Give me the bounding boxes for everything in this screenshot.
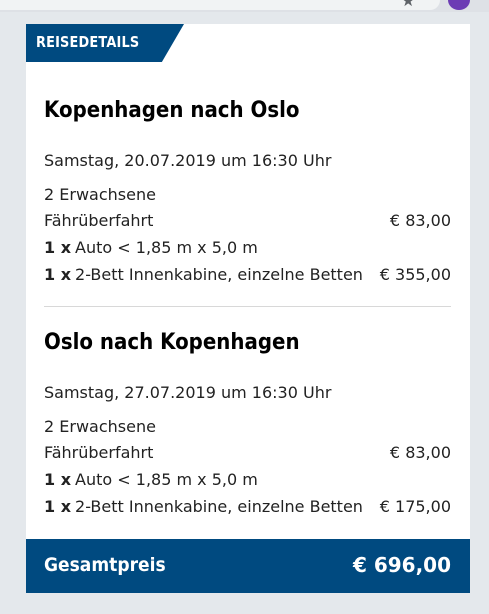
trip-date-text: Samstag, 27.07.2019 um 16:30 Uhr bbox=[44, 383, 332, 402]
cabin-price: € 355,00 bbox=[379, 265, 451, 284]
cabin-desc: 2-Bett Innenkabine, einzelne Betten bbox=[75, 497, 363, 516]
vehicle-qty: 1 x bbox=[44, 470, 72, 489]
cabin-row-outbound: 1 x 2-Bett Innenkabine, einzelne Betten … bbox=[44, 265, 451, 284]
trip-date-return: Samstag, 27.07.2019 um 16:30 Uhr bbox=[44, 383, 451, 402]
crossing-row-return: Fährüberfahrt € 83,00 bbox=[44, 443, 451, 462]
crossing-label: Fährüberfahrt bbox=[44, 211, 154, 230]
vehicle-desc: Auto < 1,85 m x 5,0 m bbox=[75, 470, 258, 489]
route-title-return: Oslo nach Kopenhagen bbox=[44, 330, 300, 355]
divider bbox=[44, 306, 451, 307]
total-value: € 696,00 bbox=[352, 553, 451, 577]
cabin-desc: 2-Bett Innenkabine, einzelne Betten bbox=[75, 265, 363, 284]
passengers-text: 2 Erwachsene bbox=[44, 417, 156, 436]
vehicle-desc: Auto < 1,85 m x 5,0 m bbox=[75, 238, 258, 257]
passengers-text: 2 Erwachsene bbox=[44, 185, 156, 204]
total-bar: Gesamtpreis € 696,00 bbox=[26, 539, 470, 593]
section-tab-label: REISEDETAILS bbox=[36, 33, 140, 51]
total-label: Gesamtpreis bbox=[44, 554, 166, 576]
crossing-price: € 83,00 bbox=[389, 443, 451, 462]
vehicle-row-return: 1 x Auto < 1,85 m x 5,0 m bbox=[44, 470, 451, 489]
passengers-return: 2 Erwachsene bbox=[44, 417, 451, 436]
crossing-label: Fährüberfahrt bbox=[44, 443, 154, 462]
profile-avatar[interactable] bbox=[448, 0, 470, 10]
cabin-qty: 1 x bbox=[44, 497, 72, 516]
cabin-row-return: 1 x 2-Bett Innenkabine, einzelne Betten … bbox=[44, 497, 451, 516]
trip-date-text: Samstag, 20.07.2019 um 16:30 Uhr bbox=[44, 151, 332, 170]
browser-toolbar: ★ bbox=[0, 0, 489, 12]
address-bar[interactable] bbox=[0, 0, 440, 10]
vehicle-qty: 1 x bbox=[44, 238, 72, 257]
cabin-qty: 1 x bbox=[44, 265, 72, 284]
vehicle-row-outbound: 1 x Auto < 1,85 m x 5,0 m bbox=[44, 238, 451, 257]
cabin-price: € 175,00 bbox=[379, 497, 451, 516]
bookmark-star-icon[interactable]: ★ bbox=[401, 0, 415, 9]
travel-details-card: REISEDETAILS Kopenhagen nach Oslo Samsta… bbox=[26, 24, 470, 539]
route-title-outbound: Kopenhagen nach Oslo bbox=[44, 98, 300, 123]
crossing-row-outbound: Fährüberfahrt € 83,00 bbox=[44, 211, 451, 230]
passengers-outbound: 2 Erwachsene bbox=[44, 185, 451, 204]
crossing-price: € 83,00 bbox=[389, 211, 451, 230]
trip-date-outbound: Samstag, 20.07.2019 um 16:30 Uhr bbox=[44, 151, 451, 170]
